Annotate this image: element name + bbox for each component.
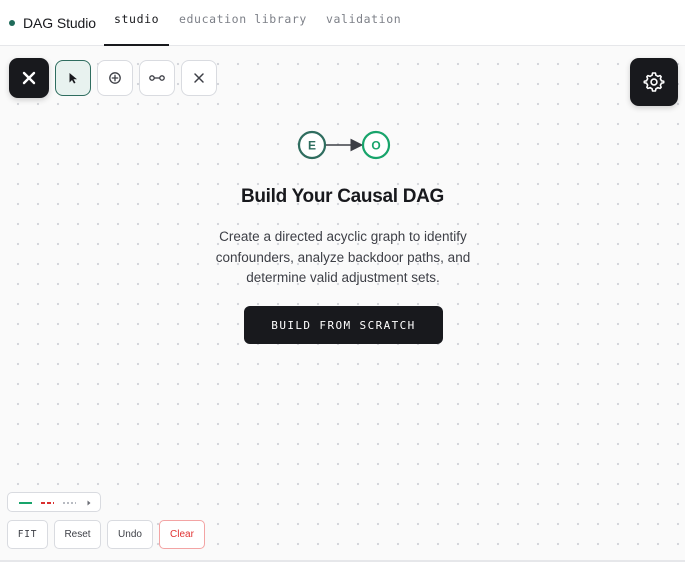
top-bar: DAG Studio studio education library vali… (0, 0, 685, 46)
cursor-icon (69, 73, 77, 84)
build-from-scratch-button[interactable]: BUILD FROM SCRATCH (244, 306, 443, 344)
example-dag-diagram: E O (297, 130, 391, 160)
exposure-node-label: E (308, 139, 316, 153)
delete-tool-button[interactable] (181, 60, 217, 96)
fit-button[interactable]: FIT (7, 520, 48, 549)
edge-legend[interactable] (7, 492, 101, 512)
empty-state-description: Create a directed acyclic graph to ident… (215, 229, 471, 285)
undo-button[interactable]: Undo (107, 520, 153, 549)
clear-button[interactable]: Clear (159, 520, 205, 549)
brand[interactable]: DAG Studio (9, 13, 96, 33)
caret-right-icon (87, 500, 91, 506)
add-edge-tool-button[interactable] (139, 60, 175, 96)
close-icon (194, 73, 204, 83)
close-panel-button[interactable] (9, 58, 49, 98)
brand-name: DAG Studio (23, 15, 96, 31)
outcome-node-label: O (371, 139, 380, 153)
connect-icon (149, 75, 165, 81)
reset-button[interactable]: Reset (54, 520, 101, 549)
tab-validation[interactable]: validation (326, 12, 401, 32)
empty-state-title: Build Your Causal DAG (240, 186, 445, 207)
tab-education-library[interactable]: education library (179, 12, 307, 32)
legend-swatches (19, 500, 91, 506)
gear-icon (643, 72, 665, 92)
brand-dot-icon (9, 20, 15, 26)
add-node-tool-button[interactable] (97, 60, 133, 96)
settings-button[interactable] (630, 58, 678, 106)
close-icon (22, 71, 36, 85)
select-tool-button[interactable] (55, 60, 91, 96)
tab-studio[interactable]: studio (114, 12, 159, 32)
plus-circle-icon (109, 72, 121, 84)
graph-canvas[interactable] (0, 46, 685, 560)
